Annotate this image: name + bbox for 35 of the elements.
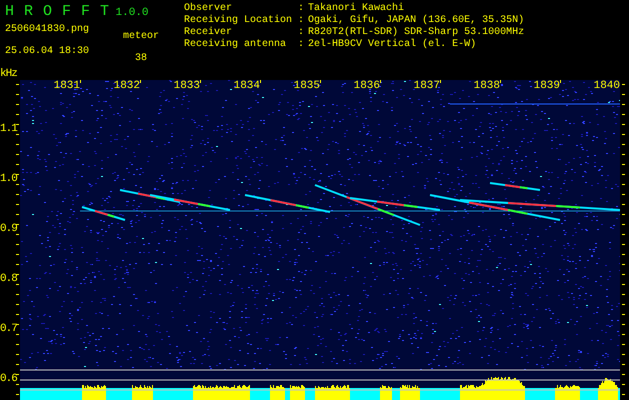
x-axis-label: 1831 xyxy=(52,81,80,92)
x-axis-label: 1837 xyxy=(412,81,440,92)
filename-label: 2506041830.png xyxy=(5,24,90,36)
info-separator: : xyxy=(298,27,304,39)
x-axis-label: 1832 xyxy=(112,81,140,92)
x-axis-label: 1835 xyxy=(292,81,320,92)
info-value: R820T2(RTL-SDR) SDR-Sharp 53.1000MHz xyxy=(308,27,524,38)
y-axis-label: 0.8 xyxy=(0,274,17,285)
info-separator: : xyxy=(298,3,304,15)
meteor-count: 38 xyxy=(135,53,148,65)
info-value: Takanori Kawachi xyxy=(308,3,406,14)
version-label: 1.0.0 xyxy=(116,7,149,19)
x-axis-label: 1834 xyxy=(232,81,260,92)
info-value: Ogaki, Gifu, JAPAN (136.60E, 35.35N) xyxy=(308,15,524,26)
info-value: 2el-HB9CV Vertical (el. E-W) xyxy=(308,39,478,51)
unit-label: kHz xyxy=(0,69,17,80)
x-axis-label: 1838 xyxy=(472,81,500,92)
x-axis-label: 1836 xyxy=(352,81,380,92)
y-axis-label: 0.9 xyxy=(0,224,17,235)
meteor-label: meteor xyxy=(123,31,160,43)
y-axis-label: 1.1 xyxy=(0,124,17,135)
app-title: H R O F F T xyxy=(5,3,110,20)
info-label: Observer xyxy=(184,3,234,14)
y-axis-label: 0.6 xyxy=(0,374,17,385)
x-axis-label: 1840 xyxy=(592,81,620,92)
y-axis-label: 1.0 xyxy=(0,174,17,185)
x-axis-label: 1839 xyxy=(532,81,560,92)
info-separator: : xyxy=(298,39,304,51)
info-label: Receiving Location xyxy=(184,15,294,26)
datetime-label: 25.06.04 18:30 xyxy=(5,46,90,58)
y-axis-label: 0.7 xyxy=(0,324,17,335)
info-label: Receiver xyxy=(184,27,234,38)
info-separator: : xyxy=(298,15,304,27)
info-label: Receiving antenna xyxy=(184,39,288,51)
x-axis-label: 1833 xyxy=(172,81,200,92)
